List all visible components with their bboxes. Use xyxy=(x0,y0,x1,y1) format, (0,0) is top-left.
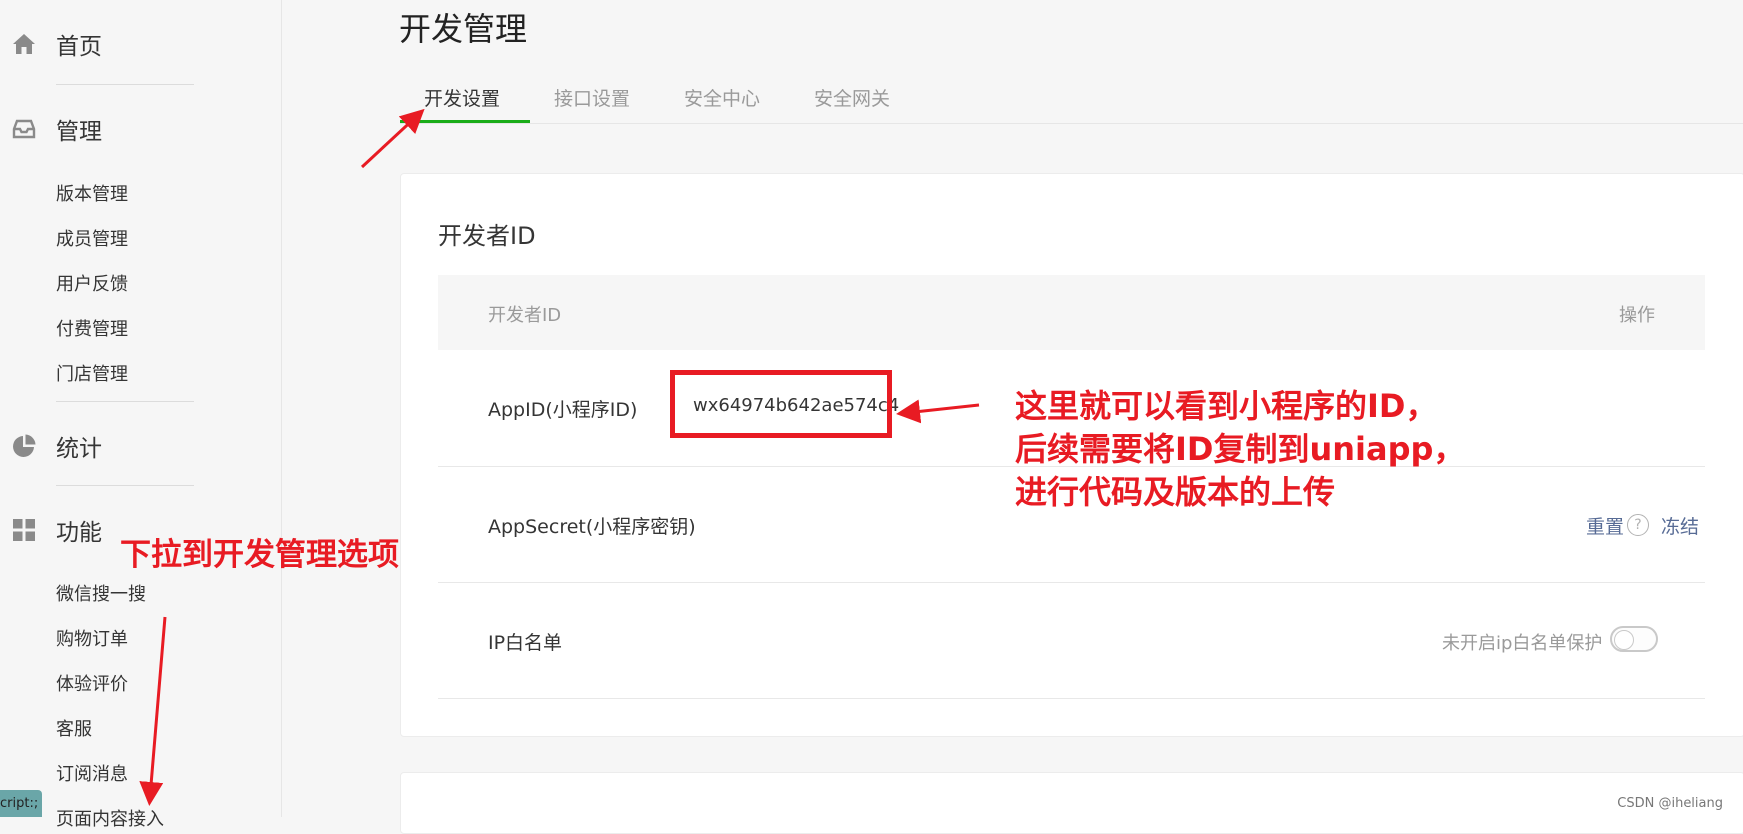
arrow-to-tab xyxy=(360,108,425,169)
arrow-down-sidebar xyxy=(139,616,167,806)
annotation-arrows xyxy=(139,108,980,806)
watermark: CSDN @iheliang xyxy=(1617,796,1723,811)
arrow-to-appid xyxy=(896,399,980,424)
